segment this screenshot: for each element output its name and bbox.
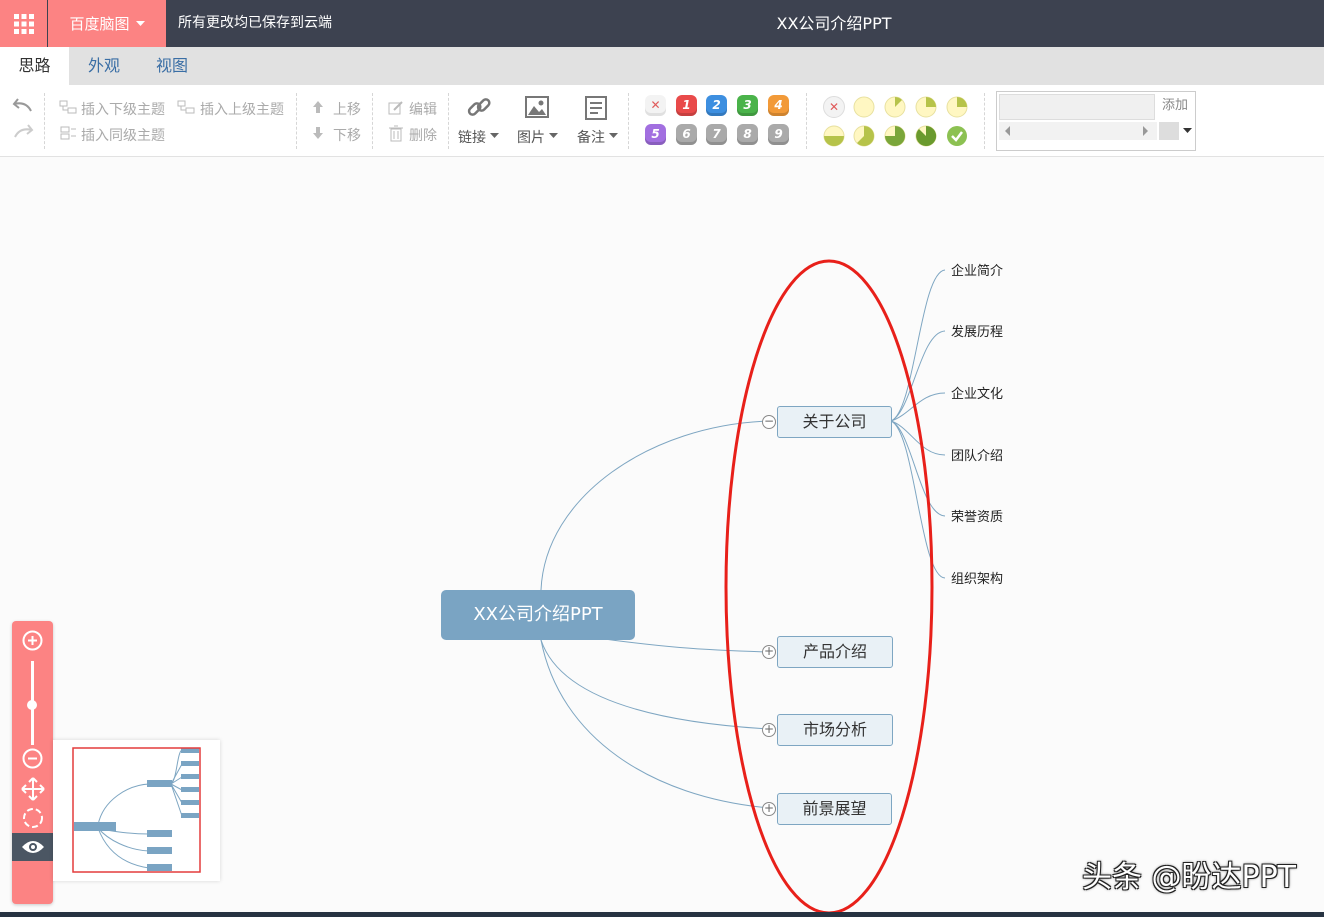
tab-appearance[interactable]: 外观 — [72, 47, 136, 85]
caret-down-icon — [135, 20, 145, 26]
tag-scroll-thumb[interactable] — [1159, 122, 1179, 140]
locate-center-icon[interactable] — [21, 806, 45, 830]
priority-7-button[interactable]: 7 — [706, 124, 727, 145]
bottom-strip — [0, 912, 1324, 917]
move-up-button[interactable]: 上移 — [333, 99, 361, 119]
caret-down-icon — [490, 133, 499, 138]
progress-7-icon[interactable] — [915, 125, 937, 147]
link-icon — [467, 98, 491, 116]
move-down-button[interactable]: 下移 — [333, 125, 361, 145]
top-bar: 百度脑图 所有更改均已保存到云端 XX公司介绍PPT — [0, 0, 1324, 47]
tab-ideas[interactable]: 思路 — [0, 47, 69, 85]
progress-3-icon[interactable] — [946, 96, 968, 118]
watermark: 头条 @盼达PPT — [1081, 860, 1296, 895]
undo-icon[interactable] — [12, 95, 34, 115]
progress-0-icon[interactable] — [853, 96, 875, 118]
priority-3-button[interactable]: 3 — [737, 95, 758, 116]
minimap[interactable] — [53, 740, 220, 881]
insert-parent-button[interactable]: 插入上级主题 — [200, 99, 284, 119]
caret-down-icon — [609, 133, 618, 138]
leaf-node[interactable]: 团队介绍 — [951, 445, 1003, 464]
branch-node-products[interactable]: 产品介绍 — [777, 636, 893, 668]
minimap-toggle-button[interactable] — [12, 833, 53, 861]
insert-child-icon — [59, 100, 77, 114]
progress-5-icon[interactable] — [853, 125, 875, 147]
note-label: 备注 — [577, 130, 605, 146]
insert-parent-icon — [177, 100, 195, 114]
zoom-slider-handle[interactable] — [27, 700, 37, 710]
caret-down-icon[interactable] — [1183, 128, 1192, 134]
trash-icon — [389, 125, 403, 142]
note-icon — [585, 96, 607, 120]
insert-sibling-button[interactable]: 插入同级主题 — [81, 125, 165, 145]
insert-child-button[interactable]: 插入下级主题 — [81, 99, 165, 119]
priority-5-button[interactable]: 5 — [645, 124, 666, 145]
branch-node-market[interactable]: 市场分析 — [777, 714, 893, 746]
progress-6-icon[interactable] — [884, 125, 906, 147]
leaf-node[interactable]: 企业文化 — [951, 383, 1003, 402]
root-node[interactable]: XX公司介绍PPT — [441, 590, 635, 640]
delete-button[interactable]: 删除 — [409, 125, 437, 145]
leaf-node[interactable]: 发展历程 — [951, 321, 1003, 340]
insert-sibling-icon — [60, 126, 76, 140]
leaf-node[interactable]: 企业简介 — [951, 260, 1003, 279]
tag-list-scrollbar[interactable] — [999, 122, 1157, 140]
priority-8-button[interactable]: 8 — [737, 124, 758, 145]
image-label: 图片 — [517, 130, 545, 146]
image-button[interactable]: 图片 — [515, 93, 561, 149]
apps-grid-button[interactable] — [0, 0, 47, 47]
eye-icon — [22, 841, 44, 853]
expand-toggle[interactable]: + — [762, 802, 776, 816]
branch-node-about[interactable]: 关于公司 — [777, 406, 892, 438]
collapse-toggle[interactable]: − — [762, 415, 776, 429]
zoom-panel — [12, 621, 53, 904]
redo-icon[interactable] — [12, 121, 34, 141]
zoom-in-icon[interactable] — [22, 630, 43, 651]
edit-icon — [388, 101, 403, 115]
tag-input[interactable] — [999, 94, 1155, 120]
progress-2-icon[interactable] — [915, 96, 937, 118]
link-button[interactable]: 链接 — [456, 93, 502, 149]
arrow-up-icon — [313, 101, 323, 113]
leaf-node[interactable]: 组织架构 — [951, 568, 1003, 587]
expand-toggle[interactable]: + — [762, 723, 776, 737]
arrow-down-icon — [313, 127, 323, 139]
brand-label: 百度脑图 — [69, 15, 130, 33]
progress-4-icon[interactable] — [823, 125, 845, 147]
minimap-preview — [72, 747, 201, 873]
priority-4-button[interactable]: 4 — [768, 95, 789, 116]
progress-done-icon[interactable] — [946, 125, 968, 147]
grid-icon — [13, 13, 34, 34]
scroll-left-icon — [1005, 126, 1010, 136]
brand-menu-button[interactable]: 百度脑图 — [48, 0, 166, 47]
progress-1-icon[interactable] — [884, 96, 906, 118]
image-icon — [525, 96, 549, 118]
priority-remove-button[interactable]: ✕ — [645, 95, 666, 116]
priority-1-button[interactable]: 1 — [676, 95, 697, 116]
priority-6-button[interactable]: 6 — [676, 124, 697, 145]
save-status: 所有更改均已保存到云端 — [178, 15, 332, 31]
priority-2-button[interactable]: 2 — [706, 95, 727, 116]
tab-view[interactable]: 视图 — [140, 47, 204, 85]
tag-editor: 添加 — [996, 91, 1196, 151]
branch-node-outlook[interactable]: 前景展望 — [777, 793, 892, 825]
scroll-right-icon — [1143, 126, 1148, 136]
note-button[interactable]: 备注 — [575, 93, 621, 149]
tag-add-button[interactable]: 添加 — [1157, 94, 1193, 118]
progress-remove-button[interactable]: ✕ — [823, 96, 845, 118]
move-icon[interactable] — [21, 777, 45, 801]
link-label: 链接 — [458, 130, 486, 146]
toolbar: 插入下级主题 插入上级主题 插入同级主题 上移 下移 编辑 删除 链接 图片 备… — [0, 85, 1324, 157]
caret-down-icon — [549, 133, 558, 138]
priority-9-button[interactable]: 9 — [768, 124, 789, 145]
leaf-node[interactable]: 荣誉资质 — [951, 506, 1003, 525]
tab-bar: 思路 外观 视图 — [0, 47, 1324, 85]
zoom-out-icon[interactable] — [22, 748, 43, 769]
edit-button[interactable]: 编辑 — [409, 99, 437, 119]
expand-toggle[interactable]: + — [762, 645, 776, 659]
